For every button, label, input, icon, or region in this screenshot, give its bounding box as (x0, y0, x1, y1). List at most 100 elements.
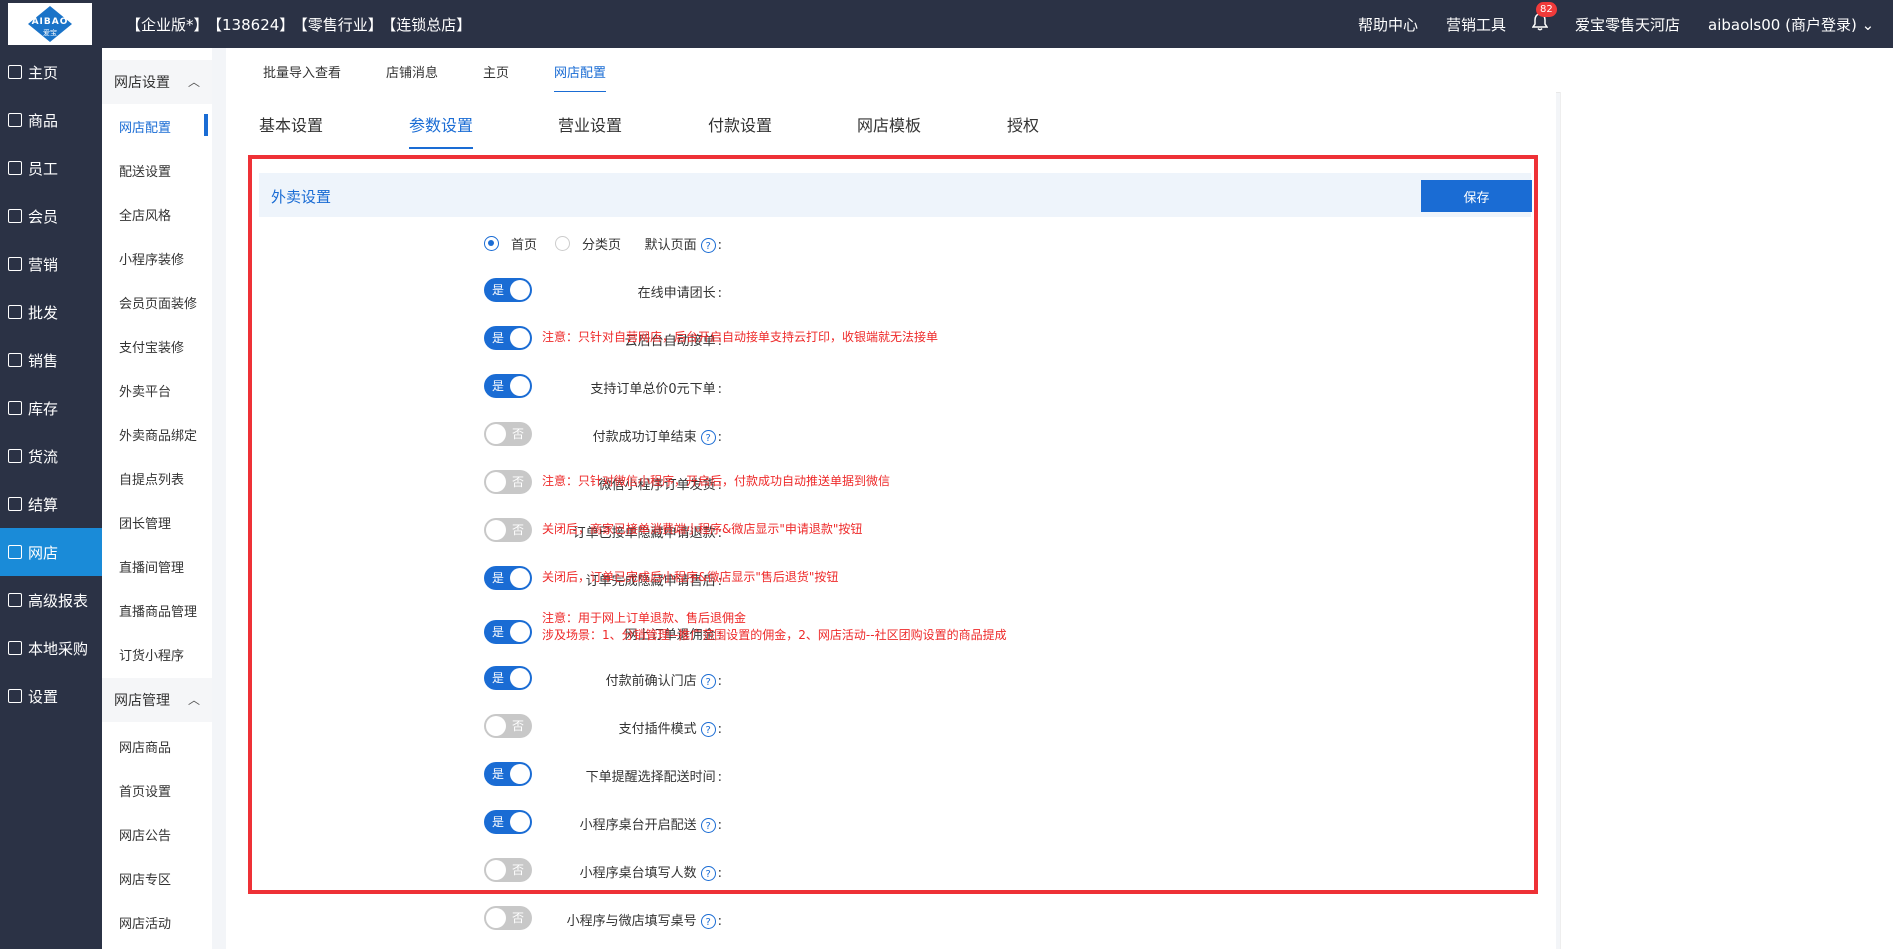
setting-row-table-delivery: 小程序桌台开启配送?: 是 (248, 802, 1538, 842)
subnav-item-live-room[interactable]: 直播间管理 (102, 544, 212, 588)
sidebar-item-home[interactable]: 主页 (0, 48, 102, 96)
toggle-text: 是 (492, 671, 505, 685)
sidebar-item-label: 本地采购 (28, 639, 89, 658)
subnav-item-pickup-points[interactable]: 自提点列表 (102, 456, 212, 500)
store-name[interactable]: 爱宝零售天河店 (1575, 14, 1680, 35)
user-menu[interactable]: aibaols00 (商户登录) ⌄ (1708, 14, 1874, 35)
subnav-item-activity[interactable]: 网店活动 (102, 900, 212, 944)
top-bar: AIBAO 爱宝 【企业版*】 【138624】 【零售行业】 【连锁总店】 帮助中心… (0, 0, 1893, 48)
help-icon[interactable]: ? (700, 238, 716, 253)
setting-label: 付款成功订单结束?: (593, 426, 722, 445)
help-icon[interactable]: ? (700, 430, 716, 445)
subnav-item-notice[interactable]: 网店公告 (102, 812, 212, 856)
gear-icon (8, 689, 22, 703)
toggle-switch[interactable]: 是 (484, 278, 532, 302)
toggle-switch[interactable]: 是 (484, 566, 532, 590)
sidebar-item-label: 主页 (28, 63, 59, 82)
sidebar-item-sales[interactable]: 销售 (0, 336, 102, 384)
sidebar-item-logistics[interactable]: 货流 (0, 432, 102, 480)
label-colon: : (717, 430, 722, 445)
help-center-link[interactable]: 帮助中心 (1358, 14, 1418, 35)
subnav-item-takeout-platform[interactable]: 外卖平台 (102, 368, 212, 412)
tab-home[interactable]: 主页 (483, 62, 509, 81)
toggle-switch[interactable]: 是 (484, 374, 532, 398)
help-icon[interactable]: ? (700, 914, 716, 929)
subnav-item-alipay-decor[interactable]: 支付宝装修 (102, 324, 212, 368)
toggle-switch[interactable]: 否 (484, 858, 532, 882)
subnav-item-zone[interactable]: 网店专区 (102, 856, 212, 900)
tab-business-settings[interactable]: 营业设置 (558, 112, 622, 136)
subnav-item-store-config[interactable]: 网店配置 (102, 104, 212, 148)
subnav-item-delivery[interactable]: 配送设置 (102, 148, 212, 192)
subnav-item-member-page[interactable]: 会员页面装修 (102, 280, 212, 324)
toggle-switch[interactable]: 否 (484, 906, 532, 930)
tab-store-template[interactable]: 网店模板 (857, 112, 921, 136)
tab-payment-settings[interactable]: 付款设置 (708, 112, 772, 136)
toggle-text: 是 (492, 379, 505, 393)
radio-dot (555, 236, 570, 251)
label-colon: : (717, 770, 722, 785)
purchase-icon (8, 641, 22, 655)
radio-category[interactable]: 分类页 (555, 234, 621, 253)
page-tab-bar: 批量导入查看 店铺消息 主页 网店配置 (226, 48, 1893, 93)
setting-label: 付款前确认门店?: (606, 670, 722, 689)
help-icon[interactable]: ? (700, 674, 716, 689)
toggle-switch[interactable]: 否 (484, 422, 532, 446)
sidebar-item-label: 货流 (28, 447, 59, 466)
sidebar-item-staff[interactable]: 员工 (0, 144, 102, 192)
subnav-item-label: 网店商品 (119, 740, 172, 756)
subnav-item-home-settings[interactable]: 首页设置 (102, 768, 212, 812)
help-icon[interactable]: ? (700, 866, 716, 881)
subnav-group-store-settings[interactable]: 网店设置 ︿ (102, 60, 212, 104)
sidebar-item-online-store[interactable]: 网店 (0, 528, 102, 576)
sidebar-item-inventory[interactable]: 库存 (0, 384, 102, 432)
subnav-item-live-goods[interactable]: 直播商品管理 (102, 588, 212, 632)
toggle-switch[interactable]: 是 (484, 326, 532, 350)
help-icon[interactable]: ? (700, 818, 716, 833)
sidebar-item-label: 商品 (28, 111, 59, 130)
tab-store-messages[interactable]: 店铺消息 (386, 62, 438, 81)
help-icon[interactable]: ? (700, 722, 716, 737)
tab-authorization[interactable]: 授权 (1007, 112, 1039, 136)
sidebar-item-member[interactable]: 会员 (0, 192, 102, 240)
subnav-group-store-mgmt[interactable]: 网店管理 ︿ (102, 678, 212, 722)
subnav-item-store-goods[interactable]: 网店商品 (102, 724, 212, 768)
tab-param-settings[interactable]: 参数设置 (409, 112, 474, 149)
toggle-switch[interactable]: 是 (484, 810, 532, 834)
setting-label-text: 支付插件模式 (618, 722, 697, 737)
sidebar-item-reports[interactable]: 高级报表 (0, 576, 102, 624)
sidebar-item-marketing[interactable]: 营销 (0, 240, 102, 288)
toggle-switch[interactable]: 是 (484, 762, 532, 786)
subnav-item-label: 直播商品管理 (119, 604, 198, 620)
marketing-tools-link[interactable]: 营销工具 (1446, 14, 1506, 35)
subnav-item-leader-mgmt[interactable]: 团长管理 (102, 500, 212, 544)
sidebar-item-local-purchase[interactable]: 本地采购 (0, 624, 102, 672)
logo[interactable]: AIBAO 爱宝 (8, 3, 92, 45)
sidebar-item-goods[interactable]: 商品 (0, 96, 102, 144)
sidebar-item-settings[interactable]: 设置 (0, 672, 102, 720)
subnav-item-style[interactable]: 全店风格 (102, 192, 212, 236)
sidebar-item-label: 库存 (28, 399, 59, 418)
toggle-switch[interactable]: 否 (484, 470, 532, 494)
toggle-switch[interactable]: 否 (484, 714, 532, 738)
tab-basic-settings[interactable]: 基本设置 (259, 112, 323, 136)
tab-store-config[interactable]: 网店配置 (554, 62, 607, 93)
toggle-switch[interactable]: 是 (484, 620, 532, 644)
subnav-item-miniapp-decor[interactable]: 小程序装修 (102, 236, 212, 280)
toggle-switch[interactable]: 是 (484, 666, 532, 690)
toggle-knob (486, 520, 506, 540)
save-button[interactable]: 保存 (1421, 180, 1532, 212)
setting-label: 默认页面?: (645, 234, 722, 253)
toggle-text: 是 (492, 767, 505, 781)
subnav-item-label: 网店公告 (119, 828, 172, 844)
subnav-item-order-miniapp[interactable]: 订货小程序 (102, 632, 212, 676)
radio-home[interactable]: 首页 (484, 234, 537, 253)
sidebar-item-label: 营销 (28, 255, 59, 274)
sidebar-item-wholesale[interactable]: 批发 (0, 288, 102, 336)
tab-batch-import[interactable]: 批量导入查看 (263, 62, 341, 81)
toggle-switch[interactable]: 否 (484, 518, 532, 542)
subnav-item-label: 外卖平台 (119, 384, 172, 400)
sidebar-item-settlement[interactable]: 结算 (0, 480, 102, 528)
line-chart-icon (8, 593, 22, 607)
subnav-item-takeout-binding[interactable]: 外卖商品绑定 (102, 412, 212, 456)
